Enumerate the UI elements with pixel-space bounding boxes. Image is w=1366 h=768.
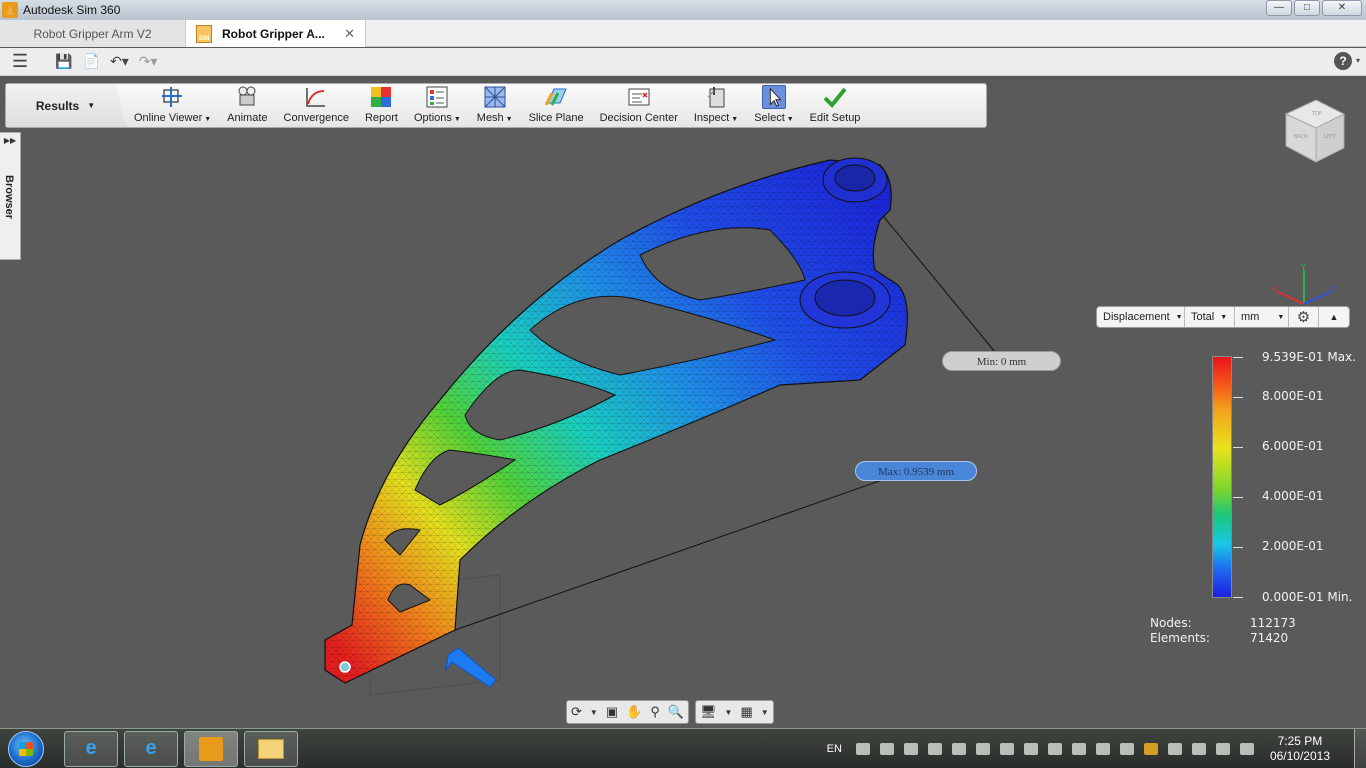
dropdown-arrow-icon[interactable]: ▼	[761, 708, 769, 717]
max-displacement-callout[interactable]: Max: 0.9539 mm	[855, 461, 977, 481]
nav-tools-group: ⟳ ▼ ▣ ✋ ⚲ 🔍	[566, 700, 690, 724]
taskbar-internet-explorer[interactable]: e	[64, 730, 118, 767]
folder-icon	[258, 738, 284, 759]
display-tools-group: 🖥 ▼ ▦ ▼	[695, 700, 774, 724]
legend-tick	[1233, 357, 1243, 358]
show-desktop-button[interactable]	[1354, 729, 1366, 768]
nodes-value: 112173	[1250, 616, 1296, 630]
tray-app-icon[interactable]	[1047, 743, 1062, 755]
legend-tick	[1233, 547, 1243, 548]
result-component-value: Total	[1191, 311, 1215, 323]
tray-app-icon[interactable]	[903, 743, 918, 755]
network-icon[interactable]	[1119, 743, 1134, 755]
language-indicator[interactable]: EN	[827, 743, 842, 755]
zoom-icon[interactable]: ⚲	[650, 704, 660, 720]
tray-app-icon[interactable]	[879, 743, 894, 755]
navigation-bar: ⟳ ▼ ▣ ✋ ⚲ 🔍 🖥 ▼ ▦ ▼	[566, 700, 798, 724]
tray-app-icon[interactable]	[999, 743, 1014, 755]
legend-tick	[1233, 397, 1243, 398]
taskbar-file-explorer[interactable]	[244, 730, 298, 767]
signal-icon[interactable]	[1095, 743, 1110, 755]
legend-tick-label: 2.000E-01	[1262, 539, 1324, 553]
result-type-dropdown[interactable]: Displacement ▼	[1097, 307, 1185, 327]
result-component-dropdown[interactable]: Total ▼	[1185, 307, 1235, 327]
elements-label: Elements:	[1150, 631, 1210, 645]
legend-tick-label: 4.000E-01	[1262, 489, 1324, 503]
nodes-label: Nodes:	[1150, 616, 1192, 630]
clock-date: 06/10/2013	[1269, 749, 1330, 763]
pan-hand-icon[interactable]: ✋	[626, 704, 642, 720]
taskbar-internet-explorer-2[interactable]: e	[124, 730, 178, 767]
tray-app-icon[interactable]	[975, 743, 990, 755]
axis-triad-icon: Y X Z	[1272, 263, 1336, 305]
power-icon[interactable]	[1239, 743, 1254, 755]
start-button[interactable]	[8, 730, 44, 767]
volume-icon[interactable]	[1167, 743, 1182, 755]
legend-tick	[1233, 447, 1243, 448]
viewcube-face-back: BACK	[1294, 134, 1308, 140]
dropdown-arrow-icon[interactable]: ▼	[590, 708, 598, 717]
system-clock[interactable]: 7:25 PM 06/10/2013	[1270, 734, 1330, 764]
zoom-window-icon[interactable]: 🔍	[668, 704, 684, 720]
tray-app-icon[interactable]	[951, 743, 966, 755]
grid-icon[interactable]: ▦	[740, 704, 752, 720]
system-tray: EN 7:25 PM 06/10/2013	[827, 729, 1366, 768]
results-options-bar: Displacement ▼ Total ▼ mm ▼ ⚙ ▲	[1096, 306, 1350, 328]
legend-tick	[1233, 497, 1243, 498]
viewcube-face-top: TOP	[1311, 111, 1322, 117]
orbit-icon[interactable]: ⟳	[571, 704, 582, 720]
display-settings-icon[interactable]: 🖥	[700, 704, 717, 720]
bluetooth-icon[interactable]	[1071, 743, 1086, 755]
gear-icon: ⚙	[1296, 309, 1311, 326]
collapse-legend-button[interactable]: ▲	[1319, 307, 1349, 327]
internet-explorer-icon: e	[145, 737, 157, 759]
unit-value: mm	[1241, 311, 1260, 323]
tray-app-icon[interactable]	[927, 743, 942, 755]
legend-tick-label: 6.000E-01	[1262, 439, 1324, 453]
result-type-value: Displacement	[1103, 311, 1170, 323]
legend-tick	[1233, 597, 1243, 598]
unit-dropdown[interactable]: mm ▼	[1235, 307, 1289, 327]
legend-settings-button[interactable]: ⚙	[1289, 307, 1319, 327]
tray-app-icon[interactable]	[1215, 743, 1230, 755]
svg-text:X: X	[1272, 285, 1278, 294]
legend-min-label: 0.000E-01 Min.	[1262, 590, 1353, 604]
dropdown-arrow-icon[interactable]: ▼	[725, 708, 733, 717]
keyboard-icon[interactable]	[855, 743, 870, 755]
displacement-color-legend	[1212, 356, 1232, 598]
clock-time: 7:25 PM	[1277, 734, 1323, 748]
mesh-statistics: Nodes: 112173 Elements: 71420	[1150, 616, 1296, 646]
elements-value: 71420	[1250, 631, 1289, 645]
viewcube-face-left: LEFT	[1324, 134, 1337, 140]
tray-app-icon[interactable]	[1023, 743, 1038, 755]
svg-text:Y: Y	[1300, 263, 1306, 272]
view-cube[interactable]: TOP BACK LEFT	[1282, 96, 1348, 166]
tray-app-icon[interactable]	[1143, 743, 1158, 755]
taskbar-autodesk-sim[interactable]	[184, 730, 238, 767]
min-displacement-callout[interactable]: Min: 0 mm	[942, 351, 1061, 371]
autodesk-sim-icon	[199, 736, 223, 761]
action-center-flag-icon[interactable]	[1191, 743, 1206, 755]
svg-text:Z: Z	[1330, 285, 1336, 294]
legend-tick-label: 8.000E-01	[1262, 389, 1324, 403]
internet-explorer-icon: e	[85, 737, 97, 759]
triangle-up-icon: ▲	[1329, 312, 1339, 322]
legend-max-label: 9.539E-01 Max.	[1262, 350, 1356, 364]
look-at-icon[interactable]: ▣	[606, 704, 618, 720]
windows-taskbar: e e EN 7:25 PM 06/10/2013	[0, 728, 1366, 768]
